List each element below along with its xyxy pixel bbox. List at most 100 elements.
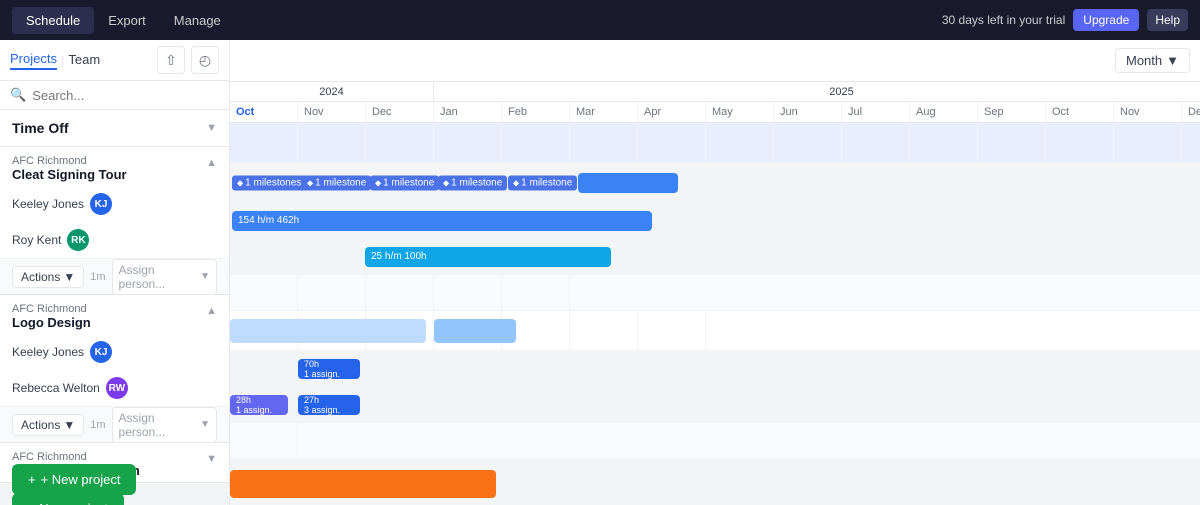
gantt-col (638, 311, 706, 350)
gantt-col (910, 163, 978, 202)
gantt-col (230, 123, 298, 162)
actions-chevron-icon: ▼ (63, 270, 75, 284)
project-group-cleat: AFC Richmond Cleat Signing Tour ▲ Keeley… (0, 147, 229, 295)
new-project-bottom-area: + + New project (12, 464, 136, 495)
month-feb-2025: Feb (502, 102, 570, 122)
gantt-col (1182, 239, 1200, 274)
gantt-col (774, 123, 842, 162)
project-company-marketing: AFC Richmond (12, 451, 140, 463)
project-name-cleat: Cleat Signing Tour (12, 167, 127, 182)
gantt-col (502, 459, 570, 505)
gantt-col (638, 239, 706, 274)
gantt-col (1182, 203, 1200, 238)
gantt-col (230, 239, 298, 274)
gantt-col (230, 275, 298, 310)
bar-rw-logo-2: 27h 3 assign. (298, 395, 360, 415)
project-company-logo: AFC Richmond (12, 303, 91, 315)
project-header-cleat[interactable]: AFC Richmond Cleat Signing Tour ▲ (0, 147, 229, 186)
clock-button[interactable]: ◴ (191, 46, 219, 74)
gantt-col (366, 387, 434, 422)
gantt-col (638, 123, 706, 162)
milestone-label-1: 1 milestones (245, 177, 301, 188)
time-off-chevron-icon: ▼ (206, 122, 217, 134)
avatar-rw-logo: RW (106, 377, 128, 399)
assign-select-cleat[interactable]: Assign person... ▼ (112, 259, 217, 295)
month-apr-2025: Apr (638, 102, 706, 122)
gantt-toolbar: Month ▼ (230, 40, 1200, 82)
logo-bg-bar-2 (434, 319, 516, 343)
month-label: Month (1126, 53, 1162, 68)
member-name-rk-cleat: Roy Kent (12, 233, 61, 247)
milestone-chip-5: 1 milestone (508, 175, 577, 190)
month-button[interactable]: Month ▼ (1115, 48, 1190, 73)
avatar-kj-cleat: KJ (90, 193, 112, 215)
gantt-col (1114, 203, 1182, 238)
gantt-col (842, 163, 910, 202)
gantt-col (978, 239, 1046, 274)
gantt-col (434, 275, 502, 310)
sub-tab-projects[interactable]: Projects (10, 51, 57, 70)
milestone-label-5: 1 milestone (521, 177, 572, 188)
actions-button-logo[interactable]: Actions ▼ (12, 414, 84, 436)
app-container: Schedule Export Manage 30 days left in y… (0, 0, 1200, 505)
nav-tab-schedule[interactable]: Schedule (12, 7, 94, 34)
gantt-col (366, 275, 434, 310)
gantt-col (978, 163, 1046, 202)
gantt-col (502, 275, 570, 310)
bar-rw-logo-2-sublabel: 3 assign. (304, 405, 340, 414)
new-project-button-bottom[interactable]: + + New project (12, 464, 136, 495)
time-off-label: Time Off (12, 120, 69, 136)
nav-tab-export[interactable]: Export (94, 7, 160, 34)
search-input[interactable] (32, 88, 219, 103)
nav-tab-manage[interactable]: Manage (160, 7, 235, 34)
help-button[interactable]: Help (1147, 9, 1188, 31)
bar-kj-logo: 70h 1 assign. (298, 359, 360, 379)
month-dec-2024: Dec (366, 102, 434, 122)
gantt-rw-logo-row: 28h 1 assign. 27h 3 assign. (230, 387, 1200, 423)
year-2024: 2024 (230, 82, 434, 101)
sub-tab-team[interactable]: Team (68, 52, 100, 69)
new-project-label: + New project (41, 472, 121, 487)
bar-kj-logo-sublabel: 1 assign. (304, 369, 340, 378)
gantt-col (978, 123, 1046, 162)
gantt-col (774, 203, 842, 238)
gantt-col (774, 163, 842, 202)
member-row-kj-logo: Keeley Jones KJ (0, 334, 229, 370)
gantt-col (230, 351, 298, 386)
member-name-rw-logo: Rebecca Welton (12, 381, 100, 395)
gantt-col (774, 239, 842, 274)
time-off-row[interactable]: Time Off ▼ (0, 110, 229, 147)
milestone-label-3: 1 milestone (383, 177, 434, 188)
bar-rw-logo-1: 28h 1 assign. (230, 395, 288, 415)
month-chevron-icon: ▼ (1166, 53, 1179, 68)
gantt-col (1046, 123, 1114, 162)
up-button[interactable]: ⇧ (157, 46, 185, 74)
bar-rw-logo-1-sublabel: 1 assign. (236, 405, 272, 414)
month-oct-2024: Oct (230, 102, 298, 122)
actions-label-logo: Actions (21, 418, 60, 432)
assign-select-logo[interactable]: Assign person... ▼ (112, 407, 217, 443)
upgrade-button[interactable]: Upgrade (1073, 9, 1139, 31)
gantt-col (842, 203, 910, 238)
month-aug-2025: Aug (910, 102, 978, 122)
project-chevron-cleat: ▲ (206, 157, 217, 169)
bar-rk-cleat-label: 25 h/m 100h (371, 251, 427, 262)
gantt-col (366, 123, 434, 162)
assign-placeholder-logo: Assign person... (119, 411, 201, 439)
gantt-col (570, 311, 638, 350)
month-oct-2025: Oct (1046, 102, 1114, 122)
gantt-scroll: 1 milestones 1 milestone 1 milestone 1 m… (230, 123, 1200, 505)
month-dec-2025: Dec (1182, 102, 1200, 122)
project-header-logo[interactable]: AFC Richmond Logo Design ▲ (0, 295, 229, 334)
gantt-header: 2024 2025 Oct Nov Dec Jan Feb Mar Apr Ma… (230, 82, 1200, 123)
member-row-rw-logo: Rebecca Welton RW (0, 370, 229, 406)
milestone-label-2: 1 milestone (315, 177, 366, 188)
gantt-col (1046, 203, 1114, 238)
bar-kj-cleat-label: 154 h/m 462h (238, 215, 299, 226)
year-label-2025: 2025 (829, 86, 853, 98)
trial-text: 30 days left in your trial (942, 13, 1065, 27)
gantt-col (706, 123, 774, 162)
bar-kj-cleat: 154 h/m 462h (232, 211, 652, 231)
actions-button-cleat[interactable]: Actions ▼ (12, 266, 84, 288)
gantt-col (230, 423, 298, 458)
